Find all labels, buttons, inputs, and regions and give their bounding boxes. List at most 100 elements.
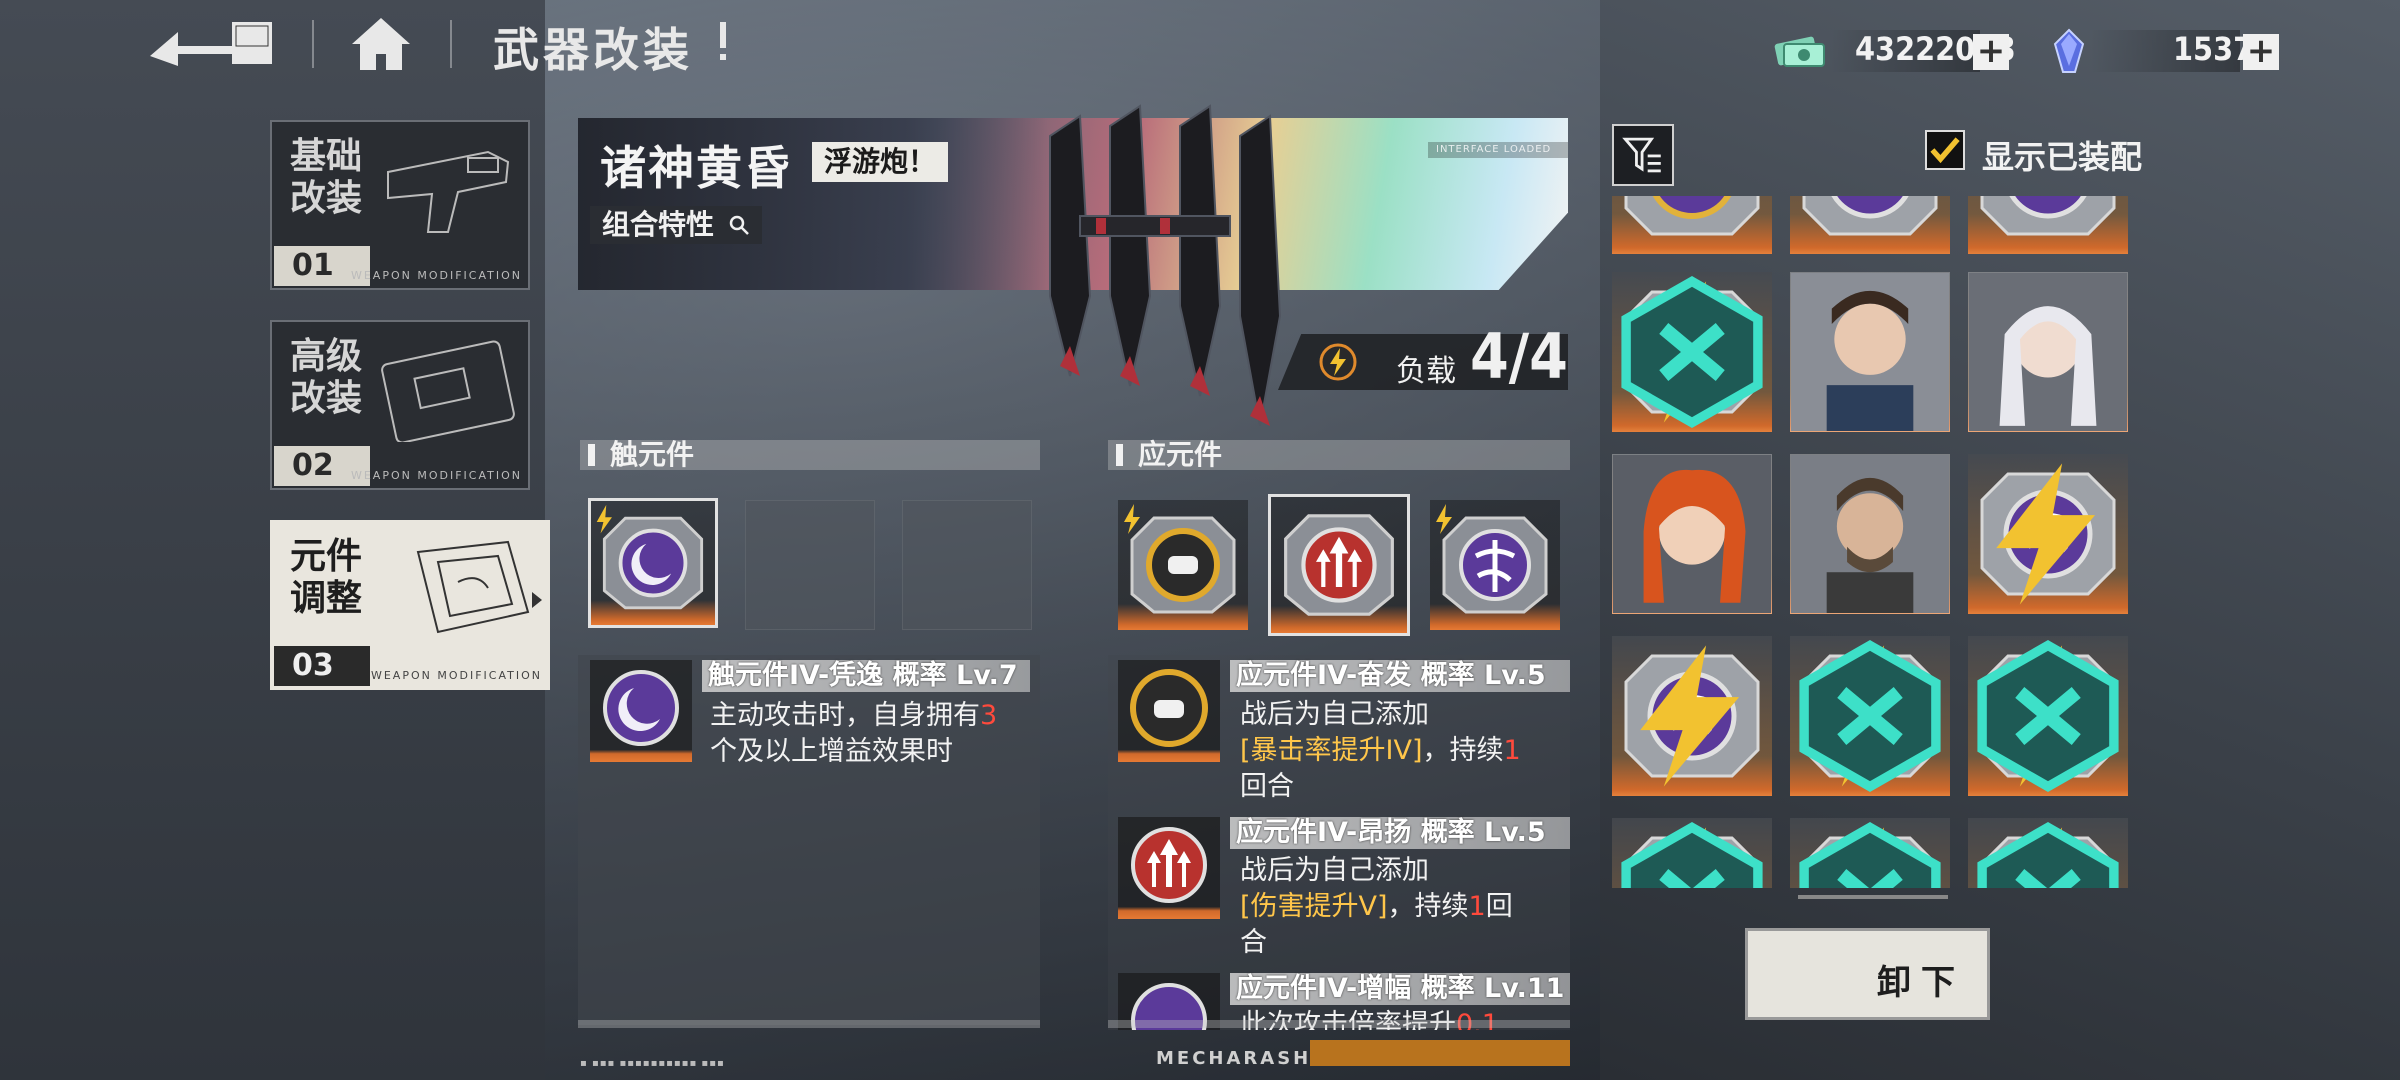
banner-tag: INTERFACE LOADED [1428, 142, 1568, 158]
unequip-label: 卸下 [1877, 963, 1965, 1003]
footer-code: ▪ ▪▪▪ ▪▪▪▪▪▪▪▪▪▪ ▪▪▪ [580, 1058, 725, 1069]
load-value: 4/4 [1470, 320, 1568, 393]
touch-section-title: 触元件 [580, 440, 1040, 470]
footer-accent-bar [1310, 1040, 1570, 1066]
tab-number: 03 [274, 646, 370, 686]
response-slot-1[interactable] [1118, 500, 1248, 630]
link-badge-icon [1977, 821, 2119, 888]
inventory-scrollbar[interactable] [1798, 895, 1948, 899]
inventory-item[interactable] [1612, 454, 1772, 614]
combo-traits-button[interactable]: 组合特性 [590, 206, 763, 244]
inventory-item[interactable] [1968, 196, 2128, 254]
pilot-avatar [1790, 454, 1950, 614]
tab-component-adjust[interactable]: 元件 调整 03 WEAPON MODIFICATION [270, 520, 550, 690]
tab-subtitle: WEAPON MODIFICATION [350, 269, 522, 282]
response-detail-title-2: 应元件IV-昂扬 概率 Lv.5 [1230, 817, 1570, 849]
back-arrow-icon [150, 22, 272, 66]
inventory-item[interactable] [1612, 272, 1772, 432]
inventory-item[interactable] [1790, 454, 1950, 614]
touch-panel-scrollbar[interactable] [578, 1020, 1040, 1028]
spiral-chip-icon [1980, 196, 2116, 236]
moon-chip-icon [603, 670, 679, 746]
checkmark-icon [1930, 137, 1960, 164]
inventory-item[interactable] [1968, 454, 2128, 614]
moon-chip-icon [596, 504, 704, 610]
tab-subtitle: WEAPON MODIFICATION [370, 669, 542, 682]
tab-advanced-modification[interactable]: 高级 改装 02 WEAPON MODIFICATION [270, 320, 530, 490]
inventory-item[interactable] [1968, 636, 2128, 796]
touch-detail-icon [590, 660, 692, 762]
show-equipped-checkbox[interactable] [1925, 130, 1965, 170]
footer-brand: MECHARASHI [1156, 1048, 1321, 1069]
inventory-item[interactable] [1790, 196, 1950, 254]
gun-sketch-icon [387, 150, 510, 233]
arrows-up-chip-icon [1284, 514, 1394, 616]
inventory-item[interactable] [1790, 818, 1950, 888]
pilot-avatar [1968, 272, 2128, 432]
lightning-icon [1319, 343, 1357, 381]
link-badge-icon [1799, 639, 1941, 793]
touch-slot-3-empty[interactable] [902, 500, 1032, 630]
filter-button[interactable] [1612, 124, 1674, 186]
active-tab-arrow-icon [532, 592, 542, 608]
response-detail-title-1: 应元件IV-奋发 概率 Lv.5 [1230, 660, 1570, 692]
weapon-type-tag: 浮游炮！ [812, 142, 949, 182]
link-badge-icon [1621, 275, 1763, 429]
device-sketch-icon [381, 340, 515, 442]
spiral-chip-icon [1436, 504, 1548, 614]
inventory-item[interactable] [1612, 196, 1772, 254]
pilot-avatar [1612, 454, 1772, 614]
inventory-item[interactable] [1790, 272, 1950, 432]
inventory-item[interactable] [1968, 818, 2128, 888]
weapon-name: 诸神黄昏 [600, 141, 792, 195]
home-button[interactable] [350, 16, 412, 72]
touch-detail-title: 触元件IV-凭逸 概率 Lv.7 [702, 660, 1030, 692]
divider [312, 20, 314, 68]
inventory-item[interactable] [1790, 636, 1950, 796]
home-icon [352, 18, 410, 70]
load-label: 负载 [1396, 354, 1456, 389]
response-detail-icon-2 [1118, 817, 1220, 919]
response-slot-3[interactable] [1430, 500, 1560, 630]
lightning-icon [1996, 463, 2096, 605]
response-detail-title-3: 应元件IV-增幅 概率 Lv.11 [1230, 973, 1570, 1005]
link-badge-icon [1621, 821, 1763, 888]
tab-label: 基础 改装 [290, 136, 363, 219]
response-section-title: 应元件 [1108, 440, 1570, 470]
inventory-item[interactable] [1612, 636, 1772, 796]
combo-traits-label: 组合特性 [602, 208, 715, 241]
search-icon [729, 215, 749, 235]
page-title: 武器改装 [493, 23, 693, 77]
tab-basic-modification[interactable]: 基础 改装 01 WEAPON MODIFICATION [270, 120, 530, 290]
touch-slot-1[interactable] [588, 498, 718, 628]
response-detail-text-2: 战后为自己添加 [伤害提升Ⅴ]，持续1回 合 [1240, 855, 1513, 958]
response-slot-2[interactable] [1268, 494, 1410, 636]
link-badge-icon [1799, 821, 1941, 888]
unequip-button[interactable]: 卸下 [1745, 928, 1990, 1020]
inventory-item[interactable] [1968, 272, 2128, 432]
touch-slot-2-empty[interactable] [745, 500, 875, 630]
bullet-chip-icon [1130, 669, 1208, 747]
link-badge-icon [1977, 639, 2119, 793]
bullet-chip-icon [1124, 504, 1236, 614]
tab-subtitle: WEAPON MODIFICATION [350, 469, 522, 482]
divider [450, 20, 452, 68]
chip-sketch-icon [416, 540, 530, 634]
lightning-icon [1640, 645, 1740, 787]
gem-icon [2053, 28, 2085, 73]
money-icon [1774, 36, 1825, 67]
inventory-grid [1610, 196, 2150, 888]
inventory-item[interactable] [1612, 818, 1772, 888]
add-gem-button[interactable]: + [2243, 34, 2279, 70]
exclamation-icon [720, 22, 726, 60]
add-money-button[interactable]: + [1973, 34, 2009, 70]
response-panel-scrollbar[interactable] [1108, 1020, 1570, 1028]
touch-detail-text: 主动攻击时，自身拥有3 个及以上增益效果时 [710, 700, 998, 767]
response-detail-icon-1 [1118, 660, 1220, 762]
back-button[interactable] [150, 18, 275, 68]
response-detail-text-1: 战后为自己添加 [暴击率提升IV]，持续1 回合 [1240, 699, 1521, 802]
spiral-chip-icon [1802, 196, 1938, 236]
gold-chip-icon [1624, 196, 1760, 236]
tab-label: 高级 改装 [290, 336, 363, 419]
pilot-avatar [1790, 272, 1950, 432]
